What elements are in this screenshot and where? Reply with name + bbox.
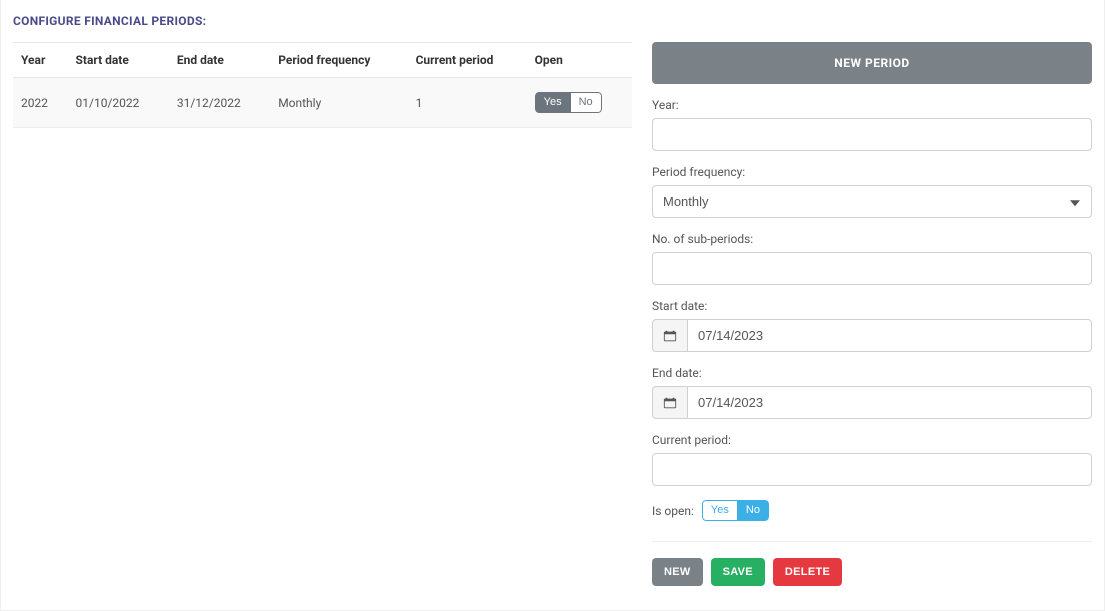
start-date-input-group xyxy=(652,319,1092,352)
col-open: Open xyxy=(527,43,632,78)
col-start-date: Start date xyxy=(68,43,169,78)
is-open-yes[interactable]: Yes xyxy=(702,500,738,521)
col-end-date: End date xyxy=(169,43,270,78)
period-frequency-select[interactable]: Monthly xyxy=(652,185,1092,218)
row-open-toggle: Yes No xyxy=(535,92,602,113)
col-current-period: Current period xyxy=(408,43,527,78)
calendar-icon[interactable] xyxy=(652,319,687,352)
end-date-input[interactable] xyxy=(687,386,1092,419)
page: CONFIGURE FINANCIAL PERIODS: Year Start … xyxy=(0,0,1105,611)
end-date-input-group xyxy=(652,386,1092,419)
is-open-toggle: Yes No xyxy=(702,500,769,521)
sub-periods-input[interactable] xyxy=(652,252,1092,285)
group-sub-periods: No. of sub-periods: xyxy=(652,232,1092,285)
label-start-date: Start date: xyxy=(652,299,1092,313)
content-row: Year Start date End date Period frequenc… xyxy=(13,42,1092,586)
label-is-open: Is open: xyxy=(652,504,694,518)
start-date-input[interactable] xyxy=(687,319,1092,352)
group-start-date: Start date: xyxy=(652,299,1092,352)
row-open-no[interactable]: No xyxy=(571,92,602,113)
table-row[interactable]: 2022 01/10/2022 31/12/2022 Monthly 1 Yes… xyxy=(13,78,632,128)
action-buttons: NEW SAVE DELETE xyxy=(652,541,1092,586)
group-year: Year: xyxy=(652,98,1092,151)
cell-period-frequency: Monthly xyxy=(270,78,407,128)
current-period-input[interactable] xyxy=(652,453,1092,486)
periods-table: Year Start date End date Period frequenc… xyxy=(13,42,632,128)
group-period-frequency: Period frequency: Monthly xyxy=(652,165,1092,218)
page-title: CONFIGURE FINANCIAL PERIODS: xyxy=(13,14,1092,28)
cell-end-date: 31/12/2022 xyxy=(169,78,270,128)
cell-current-period: 1 xyxy=(408,78,527,128)
col-period-frequency: Period frequency xyxy=(270,43,407,78)
calendar-icon[interactable] xyxy=(652,386,687,419)
group-current-period: Current period: xyxy=(652,433,1092,486)
new-button[interactable]: NEW xyxy=(652,558,703,586)
year-input[interactable] xyxy=(652,118,1092,151)
delete-button[interactable]: DELETE xyxy=(773,558,842,586)
select-wrap: Monthly xyxy=(652,185,1092,218)
label-period-frequency: Period frequency: xyxy=(652,165,1092,179)
panel-header: NEW PERIOD xyxy=(652,42,1092,84)
col-year: Year xyxy=(13,43,68,78)
save-button[interactable]: SAVE xyxy=(711,558,765,586)
label-year: Year: xyxy=(652,98,1092,112)
group-is-open: Is open: Yes No xyxy=(652,500,1092,521)
label-sub-periods: No. of sub-periods: xyxy=(652,232,1092,246)
label-end-date: End date: xyxy=(652,366,1092,380)
cell-open: Yes No xyxy=(527,78,632,128)
periods-list-panel: Year Start date End date Period frequenc… xyxy=(13,42,632,586)
is-open-no[interactable]: No xyxy=(738,500,769,521)
row-open-yes[interactable]: Yes xyxy=(535,92,571,113)
cell-year: 2022 xyxy=(13,78,68,128)
cell-start-date: 01/10/2022 xyxy=(68,78,169,128)
group-end-date: End date: xyxy=(652,366,1092,419)
form-panel: NEW PERIOD Year: Period frequency: Month… xyxy=(652,42,1092,586)
label-current-period: Current period: xyxy=(652,433,1092,447)
